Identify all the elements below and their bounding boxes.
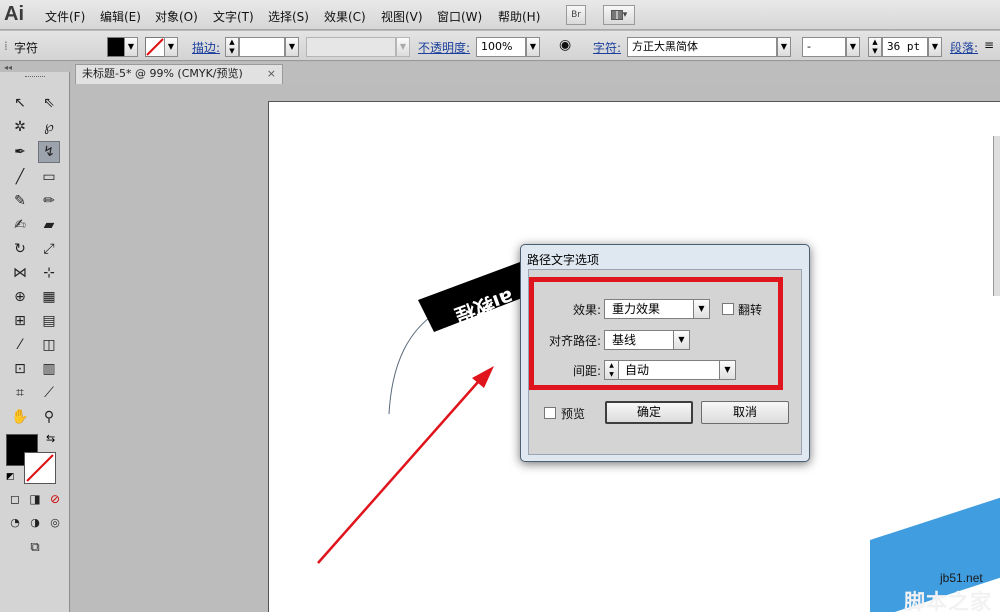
preview-checkbox[interactable] — [544, 407, 556, 419]
preview-label: 预览 — [561, 407, 586, 421]
watermark-url: jb51.net — [940, 571, 983, 585]
red-arrow-shaft — [317, 381, 479, 564]
artwork-layer: ai教程 — [317, 262, 522, 564]
watermark-name: 脚本之家 — [904, 590, 992, 612]
ok-button[interactable]: 确定 — [605, 401, 693, 424]
text-path-curve — [388, 311, 438, 415]
dialog-title: 路径文字选项 — [527, 253, 600, 267]
red-highlight-box — [529, 277, 783, 390]
cancel-button[interactable]: 取消 — [701, 401, 789, 424]
